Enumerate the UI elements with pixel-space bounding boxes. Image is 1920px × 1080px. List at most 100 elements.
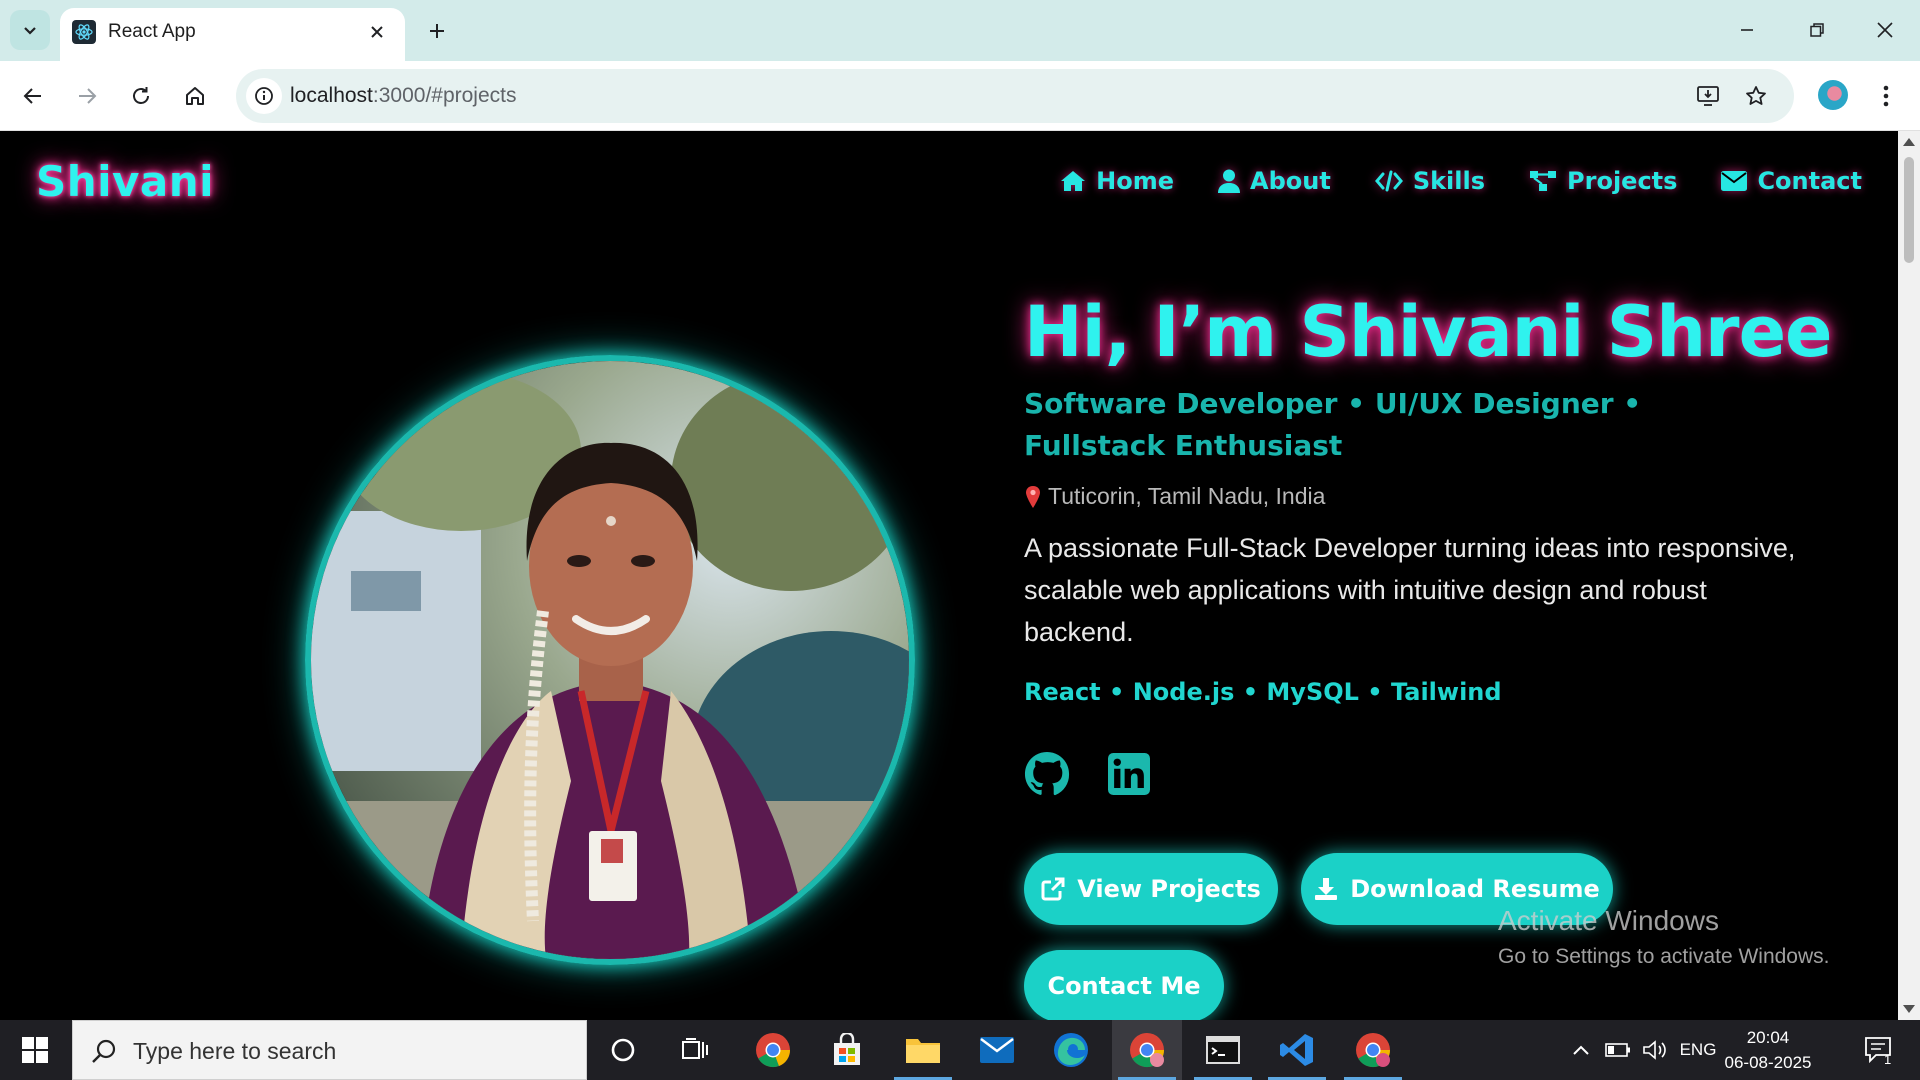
home-outline-icon [186, 87, 204, 105]
taskbar-edge[interactable] [1036, 1020, 1106, 1080]
download-resume-label: Download Resume [1350, 875, 1600, 903]
profile-photo [305, 355, 915, 965]
profile-avatar[interactable] [1818, 80, 1848, 110]
github-link[interactable] [1024, 751, 1070, 797]
tab-search-button[interactable] [10, 10, 50, 50]
download-resume-button[interactable]: Download Resume [1301, 853, 1613, 925]
cortana-icon [611, 1038, 635, 1062]
taskbar-search-placeholder: Type here to search [133, 1038, 337, 1064]
clock[interactable]: 20:04 06-08-2025 [1716, 1025, 1820, 1075]
reload-button[interactable] [121, 76, 161, 116]
arrow-right-icon [79, 88, 97, 104]
taskbar-terminal[interactable] [1188, 1020, 1258, 1080]
hero-location: Tuticorin, Tamil Nadu, India [1024, 483, 1325, 510]
new-tab-button[interactable] [420, 14, 454, 48]
start-button[interactable] [0, 1020, 70, 1080]
task-view-icon [682, 1038, 708, 1059]
mail-icon [980, 1037, 1014, 1063]
page-viewport: Shivani Home About Skills Projects Conta… [0, 131, 1898, 1020]
nav-home-label: Home [1096, 167, 1174, 195]
social-links [1024, 751, 1152, 797]
contact-me-button[interactable]: Contact Me [1024, 950, 1224, 1020]
taskbar-store[interactable] [812, 1020, 882, 1080]
envelope-icon [1721, 171, 1748, 191]
restore-button[interactable] [1792, 10, 1842, 50]
hero-title: Hi, I’m Shivani Shree [1024, 291, 1833, 373]
edge-icon [1054, 1033, 1088, 1067]
nav-contact[interactable]: Contact [1721, 167, 1862, 195]
location-text: Tuticorin, Tamil Nadu, India [1048, 483, 1326, 509]
taskbar-chrome-profile[interactable] [1338, 1020, 1408, 1080]
site-info-button[interactable] [246, 78, 282, 114]
scroll-up-icon[interactable] [1903, 136, 1915, 148]
nav-projects[interactable]: Projects [1529, 167, 1677, 195]
url-text[interactable]: localhost:3000/#projects [290, 84, 517, 108]
reload-icon [133, 87, 149, 104]
main-nav: Home About Skills Projects Contact [1060, 167, 1862, 195]
tray-overflow-button[interactable] [1566, 1020, 1596, 1080]
windows-taskbar: Type here to search ENG 20:04 06-08-2025… [0, 1020, 1920, 1080]
tab-close-button[interactable] [363, 18, 391, 46]
plus-icon [430, 24, 444, 38]
scroll-down-icon[interactable] [1903, 1003, 1915, 1015]
volume-button[interactable] [1640, 1020, 1670, 1080]
folder-icon [906, 1039, 940, 1063]
install-icon [1697, 86, 1719, 106]
minimize-icon [1741, 29, 1753, 31]
action-center-button[interactable]: 1 [1854, 1020, 1904, 1080]
code-icon [1374, 170, 1403, 192]
address-bar[interactable]: localhost:3000/#projects [236, 69, 1794, 123]
tech-stack: React • Node.js • MySQL • Tailwind [1024, 678, 1502, 706]
search-icon [92, 1039, 116, 1063]
github-icon [1024, 751, 1070, 796]
browser-toolbar: localhost:3000/#projects [0, 61, 1920, 131]
chrome-icon [756, 1033, 791, 1068]
install-app-button[interactable] [1688, 76, 1728, 116]
chrome-profile-icon [1130, 1033, 1165, 1068]
browser-tab[interactable]: React App [60, 8, 405, 61]
download-icon [1315, 878, 1338, 900]
more-vertical-icon [1883, 85, 1889, 107]
hero-roles: Software Developer • UI/UX Designer • Fu… [1024, 387, 1642, 462]
task-view-button[interactable] [660, 1020, 730, 1080]
taskbar-chrome[interactable] [738, 1020, 808, 1080]
chrome-icon [1356, 1033, 1391, 1068]
clock-time: 20:04 [1746, 1028, 1790, 1047]
taskbar-vscode[interactable] [1262, 1020, 1332, 1080]
nav-about[interactable]: About [1218, 167, 1331, 195]
browser-tab-strip: React App [0, 0, 1920, 61]
window-close-button[interactable] [1860, 10, 1910, 50]
nav-skills[interactable]: Skills [1374, 167, 1486, 195]
vscode-icon [1280, 1034, 1313, 1066]
clock-date: 06-08-2025 [1724, 1053, 1812, 1072]
nav-home[interactable]: Home [1060, 167, 1174, 195]
taskbar-file-explorer[interactable] [888, 1020, 958, 1080]
cortana-button[interactable] [588, 1020, 658, 1080]
user-icon [1218, 169, 1240, 193]
page-scrollbar[interactable] [1898, 131, 1920, 1020]
language-indicator[interactable]: ENG [1678, 1020, 1718, 1080]
battery-icon [1605, 1043, 1630, 1057]
forward-button[interactable] [67, 76, 107, 116]
star-icon [1746, 86, 1766, 105]
browser-menu-button[interactable] [1866, 76, 1906, 116]
chevron-up-icon [1573, 1045, 1589, 1055]
nav-skills-label: Skills [1412, 167, 1486, 195]
battery-button[interactable] [1602, 1020, 1634, 1080]
home-button[interactable] [175, 76, 215, 116]
close-icon [371, 26, 383, 38]
site-logo[interactable]: Shivani [36, 157, 214, 206]
taskbar-search-box[interactable]: Type here to search [72, 1020, 587, 1080]
linkedin-link[interactable] [1106, 751, 1152, 797]
windows-logo-icon [22, 1037, 48, 1063]
taskbar-mail[interactable] [962, 1020, 1032, 1080]
minimize-button[interactable] [1722, 10, 1772, 50]
scroll-thumb[interactable] [1904, 157, 1914, 263]
contact-me-label: Contact Me [1047, 972, 1201, 1000]
bookmark-button[interactable] [1736, 76, 1776, 116]
back-button[interactable] [13, 76, 53, 116]
terminal-icon [1206, 1036, 1240, 1064]
taskbar-chrome-active[interactable] [1112, 1020, 1182, 1080]
view-projects-button[interactable]: View Projects [1024, 853, 1278, 925]
info-icon [255, 87, 273, 105]
